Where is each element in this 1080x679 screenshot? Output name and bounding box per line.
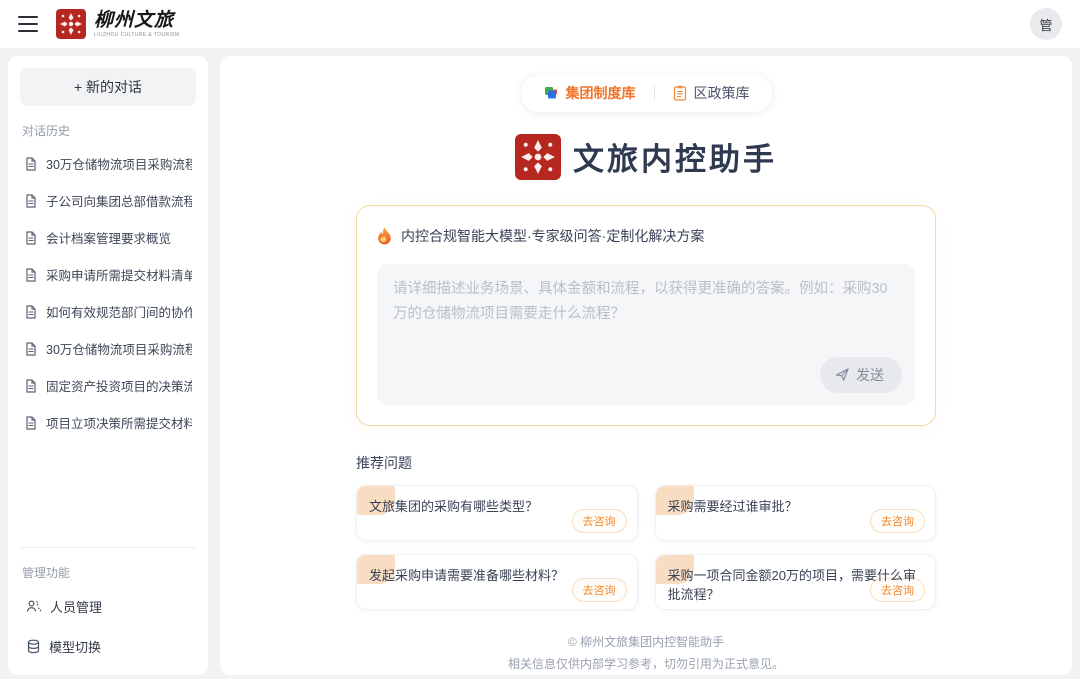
sidebar-item-model-switch[interactable]: 模型切换 — [20, 627, 196, 665]
history-item[interactable]: 会计档案管理要求概览 — [20, 219, 196, 256]
suggestion-card[interactable]: 采购需要经过谁审批？ 去咨询 — [655, 485, 937, 541]
suggestion-card[interactable]: 文旅集团的采购有哪些类型？ 去咨询 — [356, 485, 638, 541]
knowledge-base-tabs: 集团制度库 区政策库 — [521, 75, 772, 112]
document-icon — [24, 231, 38, 245]
history-section-label: 对话历史 — [22, 122, 194, 139]
clipboard-icon — [673, 85, 687, 101]
seal-logo-icon — [515, 134, 561, 180]
content-shell: + 新的对话 对话历史 30万仓储物流项目采购流程... 子公司向集团总部借款流… — [8, 56, 1072, 675]
brand-name: 柳州文旅 — [94, 11, 180, 30]
suggestion-card[interactable]: 发起采购申请需要准备哪些材料？ 去咨询 — [356, 554, 638, 610]
flame-icon — [377, 227, 392, 245]
document-icon — [24, 194, 38, 208]
history-list: 30万仓储物流项目采购流程... 子公司向集团总部借款流程... 会计档案管理要… — [20, 145, 196, 547]
history-item[interactable]: 如何有效规范部门间的协作... — [20, 293, 196, 330]
layers-icon — [543, 85, 559, 101]
chat-input-card: 内控合规智能大模型·专家级问答·定制化解决方案 发送 — [356, 205, 936, 426]
tagline: 内控合规智能大模型·专家级问答·定制化解决方案 — [377, 226, 915, 246]
main-panel: 集团制度库 区政策库 — [220, 56, 1072, 675]
admin-section: 管理功能 人员管理 模型切换 — [20, 547, 196, 665]
history-item[interactable]: 采购申请所需提交材料清单 — [20, 256, 196, 293]
page-title: 文旅内控助手 — [573, 134, 777, 179]
footer: © 柳州文旅集团内控智能助手 相关信息仅供内部学习参考，切勿引用为正式意见。 — [508, 631, 784, 675]
message-input[interactable] — [393, 277, 899, 367]
history-item[interactable]: 30万仓储物流项目采购流程... — [20, 145, 196, 182]
new-chat-button[interactable]: + 新的对话 — [20, 68, 196, 106]
menu-icon[interactable] — [18, 16, 38, 32]
top-bar: 柳州文旅 LIUZHOU CULTURE & TOURISM 管 — [0, 0, 1080, 48]
document-icon — [24, 342, 38, 356]
tab-group-rules[interactable]: 集团制度库 — [543, 83, 636, 103]
document-icon — [24, 416, 38, 430]
brand-logo: 柳州文旅 LIUZHOU CULTURE & TOURISM — [56, 9, 180, 39]
paper-plane-icon — [835, 367, 850, 382]
users-icon — [26, 599, 42, 613]
suggestion-card[interactable]: 采购一项合同金额20万的项目，需要什么审批流程？ 去咨询 — [655, 554, 937, 610]
sidebar: + 新的对话 对话历史 30万仓储物流项目采购流程... 子公司向集团总部借款流… — [8, 56, 208, 675]
seal-logo-icon — [56, 9, 86, 39]
document-icon — [24, 268, 38, 282]
document-icon — [24, 379, 38, 393]
suggested-questions-section: 推荐问题 文旅集团的采购有哪些类型？ 去咨询 采购需要经过谁审批？ 去咨询 发起… — [356, 453, 936, 610]
app-title-row: 文旅内控助手 — [515, 134, 777, 180]
document-icon — [24, 157, 38, 171]
brand-subtitle: LIUZHOU CULTURE & TOURISM — [94, 33, 180, 38]
suggestion-cards: 文旅集团的采购有哪些类型？ 去咨询 采购需要经过谁审批？ 去咨询 发起采购申请需… — [356, 485, 936, 610]
database-icon — [26, 639, 41, 654]
admin-section-label: 管理功能 — [22, 564, 194, 581]
sidebar-item-user-management[interactable]: 人员管理 — [20, 587, 196, 625]
footer-disclaimer: 相关信息仅供内部学习参考，切勿引用为正式意见。 — [508, 653, 784, 675]
message-input-zone: 发送 — [377, 264, 915, 405]
suggested-questions-label: 推荐问题 — [356, 453, 936, 473]
document-icon — [24, 305, 38, 319]
history-item[interactable]: 30万仓储物流项目采购流程 — [20, 330, 196, 367]
tab-district-policy[interactable]: 区政策库 — [673, 83, 750, 103]
history-item[interactable]: 子公司向集团总部借款流程... — [20, 182, 196, 219]
send-button[interactable]: 发送 — [820, 357, 902, 393]
history-item[interactable]: 项目立项决策所需提交材料... — [20, 404, 196, 441]
user-avatar[interactable]: 管 — [1030, 8, 1062, 40]
tab-separator — [654, 85, 655, 101]
history-item[interactable]: 固定资产投资项目的决策流... — [20, 367, 196, 404]
footer-copyright: © 柳州文旅集团内控智能助手 — [508, 631, 784, 653]
